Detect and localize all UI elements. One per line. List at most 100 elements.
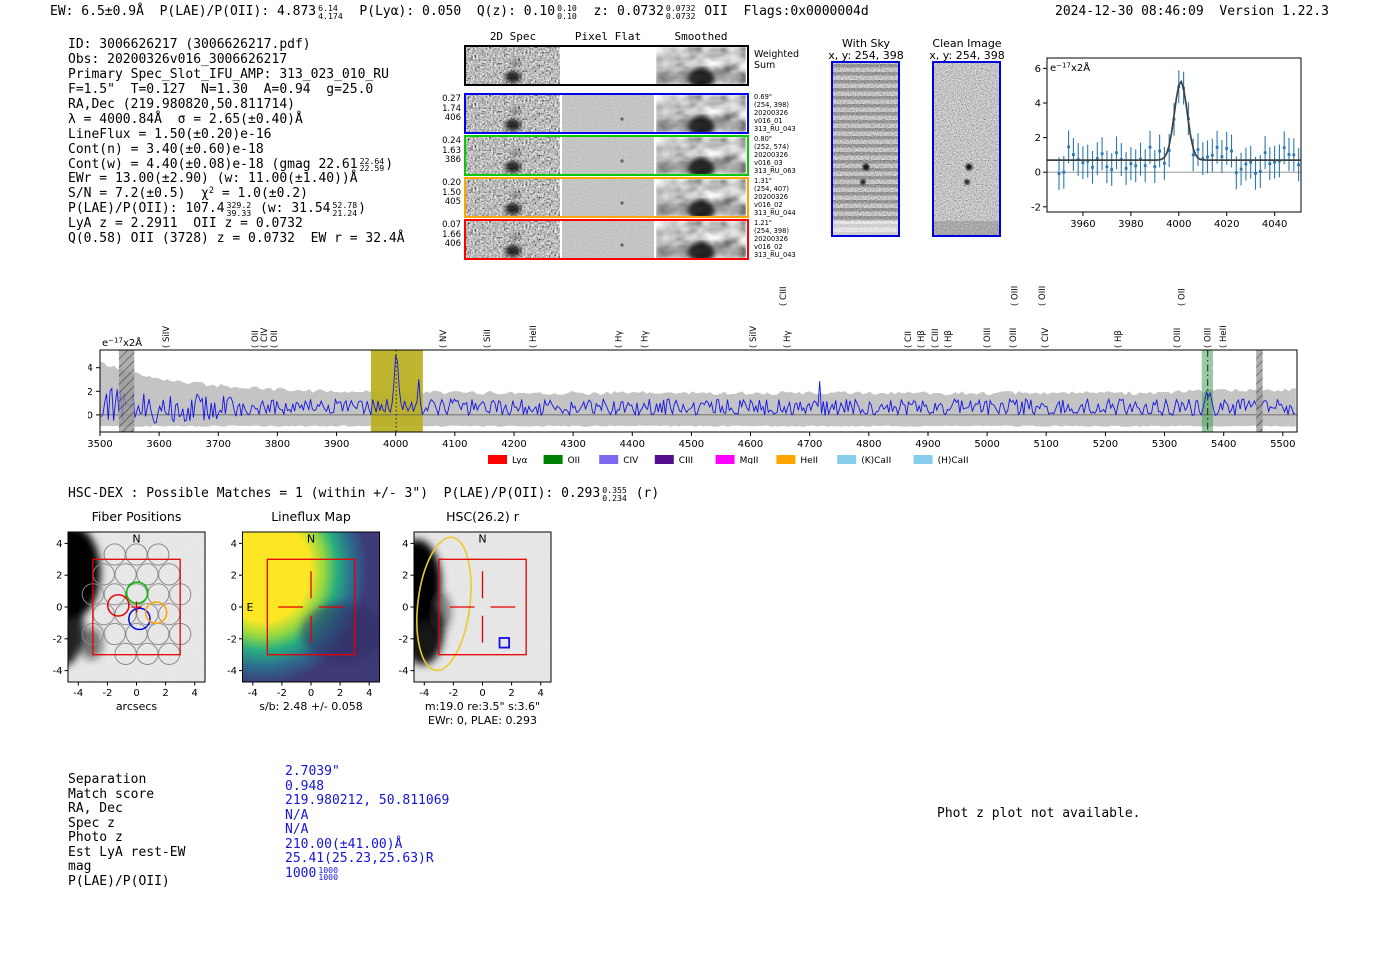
stacked-uncertainty: 1000 1000 [318, 864, 339, 883]
fiber-info-label: 1.21" (254, 398) 20200326 v016_02 313_RU_043 [754, 219, 796, 259]
x-tick-label: 4800 [856, 439, 881, 450]
x-tick-label: 3980 [1118, 219, 1143, 230]
match-field-label: mag [68, 859, 92, 875]
x-tick-label: 2 [337, 688, 343, 699]
x-tick-label: 3500 [88, 439, 113, 450]
emission-line-label: ( CIV [1041, 328, 1051, 348]
report-datetime: 2024-12-30 08:46:09 [1055, 4, 1204, 19]
emission-line-label: ( SiIV [749, 326, 759, 348]
x-tick-label: 4200 [501, 439, 526, 450]
y-tick-label: -2 [227, 634, 237, 645]
emission-line-label: ( OIII [1038, 286, 1048, 306]
emission-line-label: ( OII [270, 330, 280, 348]
info-line: λ = 4000.84Å σ = 2.65(±0.40)Å [68, 111, 303, 127]
smoothed-image [656, 221, 746, 258]
weighted-sum-label: Weighted Sum [754, 49, 799, 71]
x-tick-label: 5100 [1033, 439, 1058, 450]
highlight-band [370, 350, 423, 432]
masked-region [118, 350, 135, 432]
legend-item: OII [543, 455, 580, 466]
y-tick-label: 4 [231, 539, 237, 550]
x-tick-label: 4100 [442, 439, 467, 450]
x-tick-label: 5400 [1211, 439, 1236, 450]
y-tick-label: -4 [53, 666, 63, 677]
y-tick-label: 4 [402, 539, 408, 550]
emission-line-label: ( HeII [529, 325, 539, 348]
emission-line-label: ( HeII [1219, 325, 1229, 348]
x-tick-label: -2 [448, 688, 458, 699]
with-sky-title: With Sky x, y: 254, 398 [828, 37, 904, 62]
y-tick-label: 2 [402, 571, 408, 582]
x-tick-label: 5500 [1270, 439, 1295, 450]
pixel-flat-image [562, 221, 654, 258]
info-line: Primary Spec_Slot_IFU_AMP: 313_023_010_R… [68, 66, 389, 82]
stacked-uncertainty: 0.0732 0.0732 [665, 2, 696, 21]
y-tick-label: 4 [1035, 98, 1041, 109]
match-field-label: Match score [68, 786, 155, 802]
match-field-value: 0.948 [285, 778, 325, 794]
sky-image-panels: With Sky x, y: 254, 398 Clean Image x, y… [825, 38, 1020, 243]
hsc-caption-2: EWr: 0, PLAE: 0.293 [428, 714, 537, 727]
y-tick-label: 0 [56, 603, 62, 614]
match-table-labels: Separation Match score RA, Dec Spec z Photo … [68, 772, 185, 889]
legend-item: CIV [599, 455, 639, 466]
legend-item: Lyα [488, 455, 528, 466]
y-tick-label: 0 [1035, 168, 1041, 179]
x-tick-label: 4040 [1262, 219, 1287, 230]
y-tick-label: 2 [88, 387, 93, 398]
twod-spec-image [466, 95, 560, 132]
info-line: Cont(n) = 3.40(±0.60)e-18 [68, 141, 264, 157]
emission-line-label: ( CII [904, 331, 914, 348]
compass-east-label: E [418, 601, 425, 614]
pixel-flat-image [562, 137, 654, 174]
info-line: F=1.5" T=0.127 N=1.30 A=0.94 g=25.0 [68, 81, 374, 97]
x-tick-label: 4020 [1214, 219, 1239, 230]
info-line: Obs: 20200326v016_3006626217 [68, 51, 288, 67]
match-field-value: 25.41(25.23,25.63)R [285, 851, 434, 867]
fiber-info-label: 0.80" (252, 574) 20200326 v016_03 313_RU_063 [754, 135, 796, 175]
match-field-label: P(LAE)/P(OII) [68, 873, 170, 889]
fiber-weights-label: 0.07 1.66 406 [442, 220, 461, 249]
y-tick-label: 4 [56, 539, 62, 550]
match-field-value: 219.980212, 50.811069 [285, 793, 450, 809]
stacked-uncertainty: 52.78 21.24 [332, 200, 358, 218]
y-tick-label: 2 [231, 571, 237, 582]
x-tick-label: 4700 [797, 439, 822, 450]
y-tick-label: -2 [399, 634, 409, 645]
legend-item: CIII [654, 455, 693, 466]
legend-item: HeII [776, 455, 818, 466]
compass-north-label: N [478, 533, 486, 546]
emission-line-label: ( Hβ [917, 330, 927, 348]
smoothed-image [656, 47, 746, 84]
smoothed-image [656, 95, 746, 132]
emission-line-label: ( Hγ [783, 331, 793, 348]
x-tick-label: 5300 [1152, 439, 1177, 450]
twod-spec-image [466, 221, 560, 258]
info-line: EWr = 13.00(±2.90) (w: 11.00(±1.40))Å [68, 171, 358, 187]
smoothed-image [656, 179, 746, 216]
y-tick-label: 0 [402, 603, 408, 614]
x-tick-label: -2 [102, 688, 112, 699]
emission-line-label: ( CIII [779, 287, 789, 306]
y-tick-label: -4 [227, 666, 237, 677]
stacked-uncertainty: 329.2 39.33 [226, 200, 252, 218]
fiber-cutout-row [464, 177, 749, 218]
x-tick-label: 0 [133, 688, 139, 699]
svg-text:HeII: HeII [800, 456, 818, 464]
x-tick-label: 5200 [1093, 439, 1118, 450]
emission-line-fit-chart: 3960 3980 4000 4020 4040 -2 0 2 4 6 e−17x2Å [1020, 50, 1340, 240]
y-tick-label: 0 [231, 603, 237, 614]
y-tick-label: 0 [88, 410, 93, 421]
info-line: ID: 3006626217 (3006626217.pdf) [68, 37, 311, 52]
x-tick-label: -2 [277, 688, 287, 699]
full-spectrum-chart: 3500 3600 3700 3800 3900 4000 4100 4200 4300 4400… [87, 262, 1313, 466]
pixel-flat-image [562, 179, 654, 216]
match-field-label: Photo z [68, 830, 123, 846]
column-title-2d-spec: 2D Spec [489, 30, 537, 43]
report-version: Version 1.22.3 [1219, 4, 1329, 19]
y-tick-label: 2 [1035, 133, 1041, 144]
emission-line-label: ( NV [439, 330, 449, 348]
emission-line-label: ( Hγ [641, 331, 651, 348]
emission-line-label: ( CIV [260, 328, 270, 348]
hsc-caption-1: m:19.0 re:3.5" s:3.6" [425, 700, 540, 713]
